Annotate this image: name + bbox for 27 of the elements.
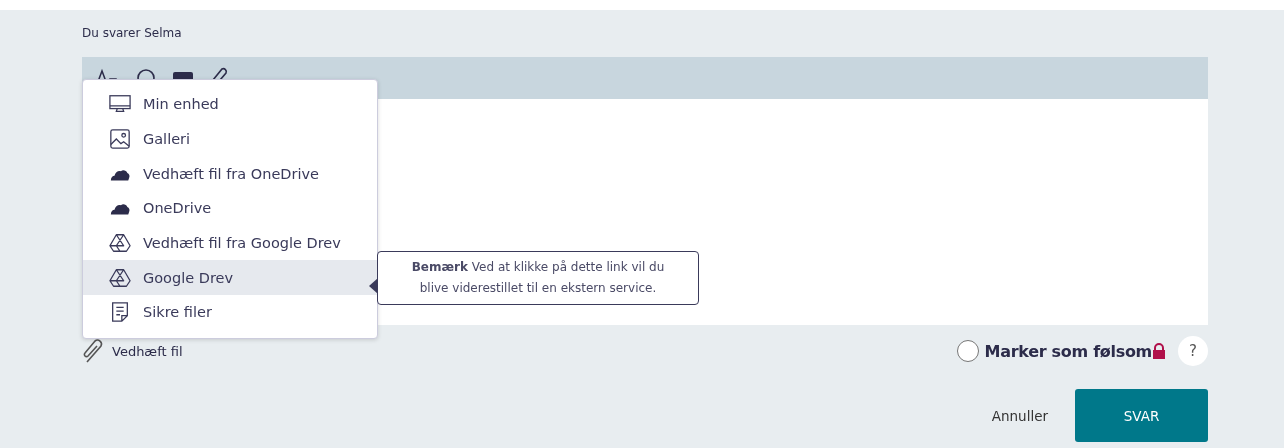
lock-icon (1152, 343, 1166, 359)
cancel-button[interactable]: Annuller (991, 407, 1048, 424)
menu-item[interactable]: Galleri (83, 121, 377, 157)
triangle-icon (109, 266, 131, 289)
menu-item-label: Sikre filer (143, 304, 212, 321)
attach-file-link[interactable]: Vedhæft fil (112, 343, 183, 359)
menu-item[interactable]: Min enhed (83, 87, 377, 122)
menu-item-label: Vedhæft fil fra OneDrive (143, 165, 319, 182)
sensitive-label: Marker som følsom (984, 341, 1152, 361)
menu-item-label: Vedhæft fil fra Google Drev (143, 235, 341, 252)
menu-item[interactable]: OneDrive (83, 191, 377, 226)
menu-item-label: OneDrive (143, 200, 212, 217)
reply-to-label: Du svarer Selma (82, 26, 183, 40)
sensitive-radio[interactable] (956, 340, 979, 362)
menu-item[interactable]: Google Drev (83, 260, 377, 296)
menu-item-label: Min enhed (143, 96, 219, 113)
menu-item[interactable]: Vedhæft fil fra Google Drev (83, 225, 377, 261)
triangle-icon (109, 232, 131, 255)
menu-item-label: Google Drev (143, 269, 234, 286)
help-button[interactable]: ? (1178, 336, 1208, 366)
menu-item[interactable]: Sikre filer (83, 295, 377, 330)
document-icon (109, 301, 131, 324)
menu-item[interactable]: Vedhæft fil fra OneDrive (83, 156, 377, 192)
menu-item-label: Galleri (143, 131, 191, 148)
image-icon (109, 128, 131, 151)
submit-button[interactable]: SVAR (1075, 389, 1208, 442)
tooltip-text: Bemærk Ved at klikke på dette link vil du blive viderestillet til en ekstern service. (411, 260, 665, 295)
